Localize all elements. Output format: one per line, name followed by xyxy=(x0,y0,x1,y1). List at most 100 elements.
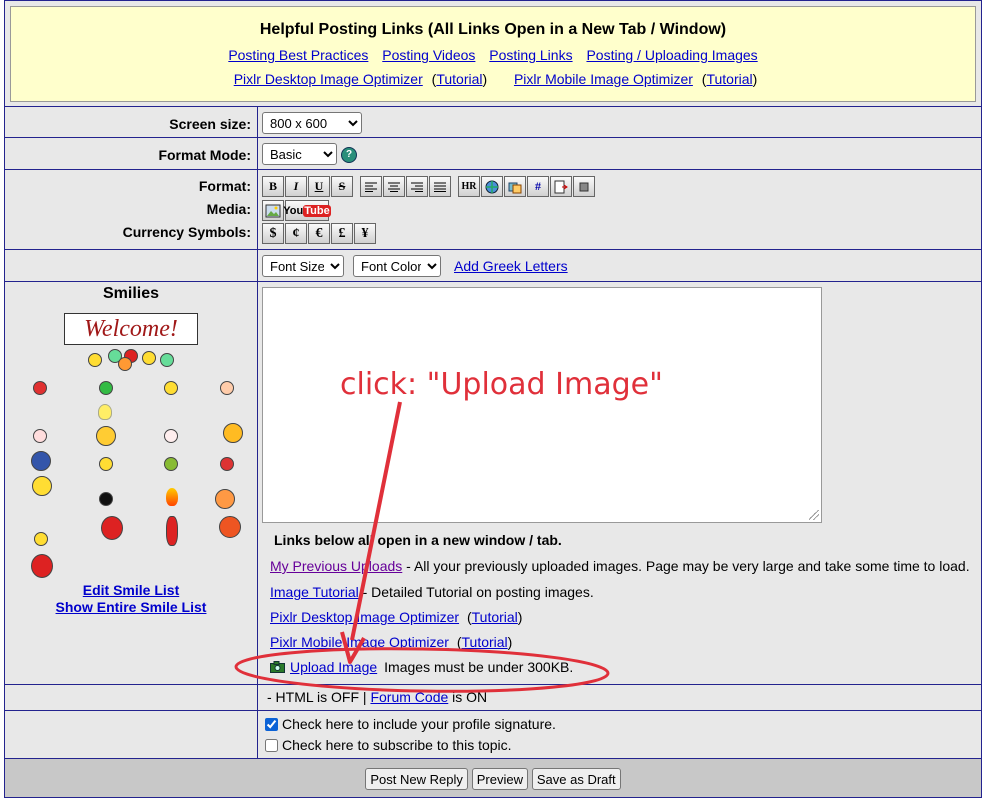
pixlr-mobile-link[interactable]: Pixlr Mobile Image Optimizer xyxy=(270,634,449,650)
smilies-title: Smilies xyxy=(102,285,160,302)
pixlr-desktop-link[interactable]: Pixlr Desktop Image Optimizer xyxy=(270,609,459,625)
add-greek-letters-link[interactable]: Add Greek Letters xyxy=(454,258,568,274)
lightbulb-icon[interactable] xyxy=(98,404,112,420)
smiley-icon[interactable] xyxy=(118,357,132,371)
square-button[interactable] xyxy=(573,176,595,197)
help-icon[interactable]: ? xyxy=(341,147,357,163)
font-size-select[interactable]: Font Size xyxy=(262,255,344,277)
smiley-icon[interactable] xyxy=(88,353,102,367)
preview-button[interactable]: Preview xyxy=(471,768,528,790)
edit-smile-list-link[interactable]: Edit Smile List xyxy=(5,582,257,598)
tomato-dance-icon[interactable] xyxy=(219,516,241,538)
smiley-bomb-icon[interactable] xyxy=(31,451,51,471)
justify-button[interactable] xyxy=(429,176,451,197)
code-button[interactable]: # xyxy=(527,176,549,197)
pixlr-desktop-row: Pixlr Desktop Image Optimizer (Tutorial) xyxy=(270,609,523,625)
welcome-sign-image[interactable]: Welcome! xyxy=(64,313,198,345)
link-pixlr-desktop[interactable]: Pixlr Desktop Image Optimizer xyxy=(234,71,423,87)
subscribe-option[interactable]: Check here to subscribe to this topic. xyxy=(265,737,512,753)
action-bar: Post New Reply Preview Save as Draft xyxy=(5,759,981,797)
smiley-thumbsup-icon[interactable] xyxy=(223,423,243,443)
smiley-hi-icon[interactable] xyxy=(32,476,52,496)
link-pixlr-mobile[interactable]: Pixlr Mobile Image Optimizer xyxy=(514,71,693,87)
smiley-zombie-icon[interactable] xyxy=(164,457,178,471)
smiley-sick-icon[interactable] xyxy=(99,381,113,395)
subscribe-checkbox[interactable] xyxy=(265,738,278,752)
strike-button[interactable]: S xyxy=(331,176,353,197)
hr-button[interactable]: HR xyxy=(458,176,480,197)
smiley-clown-icon[interactable] xyxy=(164,429,178,443)
image-tutorial-link[interactable]: Image Tutorial xyxy=(270,584,359,600)
annotation-text: click: "Upload Image" xyxy=(340,367,663,402)
smiley-wave-icon[interactable] xyxy=(34,532,48,546)
apple-icon[interactable] xyxy=(31,554,53,578)
youtube-button[interactable]: You Tube xyxy=(283,200,331,221)
font-color-select[interactable]: Font Color xyxy=(353,255,441,277)
upload-image-link[interactable]: Upload Image xyxy=(290,659,377,675)
underline-button[interactable]: U xyxy=(308,176,330,197)
italic-button[interactable]: I xyxy=(285,176,307,197)
upload-size-note: Images must be under 300KB. xyxy=(384,659,574,675)
currency-toolbar: $ ¢ € £ ¥ xyxy=(262,223,377,245)
format-mode-select[interactable]: Basic xyxy=(262,143,337,165)
align-right-button[interactable] xyxy=(406,176,428,197)
signature-option[interactable]: Check here to include your profile signa… xyxy=(265,716,556,732)
align-center-icon xyxy=(388,182,400,192)
pixlr-desktop-tutorial-link[interactable]: Tutorial xyxy=(472,609,518,625)
format-mode-label: Format Mode: xyxy=(158,147,251,163)
screen-size-label: Screen size: xyxy=(169,116,251,132)
smiley-angry-icon[interactable] xyxy=(33,381,47,395)
smiley-icon[interactable] xyxy=(160,353,174,367)
smiley-surprised-icon[interactable] xyxy=(33,429,47,443)
eight-ball-icon[interactable] xyxy=(99,492,113,506)
insert-link-button[interactable] xyxy=(504,176,526,197)
screen-size-select[interactable]: 800 x 600 xyxy=(262,112,362,134)
quote-icon xyxy=(554,180,568,193)
link-pixlr-desktop-tutorial[interactable]: Tutorial xyxy=(436,71,482,87)
show-entire-smile-list-link[interactable]: Show Entire Smile List xyxy=(5,599,257,615)
helpful-links-title: Helpful Posting Links (All Links Open in… xyxy=(259,21,727,38)
align-left-icon xyxy=(365,182,377,192)
smiley-blush-icon[interactable] xyxy=(220,381,234,395)
prev-uploads-row: My Previous Uploads - All your previousl… xyxy=(270,558,970,574)
link-icon xyxy=(508,182,522,193)
link-posting-uploading-images[interactable]: Posting / Uploading Images xyxy=(586,47,757,63)
youtube-icon: You Tube xyxy=(283,204,331,217)
insert-image-button[interactable] xyxy=(262,200,284,221)
message-textarea[interactable] xyxy=(262,287,822,523)
pound-button[interactable]: £ xyxy=(331,223,353,244)
cent-button[interactable]: ¢ xyxy=(285,223,307,244)
camera-icon[interactable] xyxy=(270,661,286,673)
euro-button[interactable]: € xyxy=(308,223,330,244)
align-left-button[interactable] xyxy=(360,176,382,197)
pixlr-mobile-tutorial-link[interactable]: Tutorial xyxy=(462,634,508,650)
smiley-pong-icon[interactable] xyxy=(215,489,235,509)
pepper-icon[interactable] xyxy=(166,516,178,546)
bold-button[interactable]: B xyxy=(262,176,284,197)
fire-icon[interactable] xyxy=(166,488,178,506)
smiley-mad-icon[interactable] xyxy=(220,457,234,471)
link-posting-links[interactable]: Posting Links xyxy=(489,47,572,63)
justify-icon xyxy=(434,182,446,192)
post-new-reply-button[interactable]: Post New Reply xyxy=(365,768,468,790)
align-center-button[interactable] xyxy=(383,176,405,197)
insert-url-button[interactable] xyxy=(481,176,503,197)
dollar-button[interactable]: $ xyxy=(262,223,284,244)
smiley-grin-icon[interactable] xyxy=(164,381,178,395)
tomato-icon[interactable] xyxy=(101,516,123,540)
signature-checkbox[interactable] xyxy=(265,717,278,731)
link-posting-videos[interactable]: Posting Videos xyxy=(382,47,475,63)
smiley-laugh-icon[interactable] xyxy=(96,426,116,446)
link-posting-best-practices[interactable]: Posting Best Practices xyxy=(228,47,368,63)
helpful-links-row1: Posting Best Practices Posting Videos Po… xyxy=(11,47,975,63)
my-previous-uploads-link[interactable]: My Previous Uploads xyxy=(270,558,402,574)
resize-grip-icon[interactable] xyxy=(809,510,819,520)
quote-button[interactable] xyxy=(550,176,572,197)
links-heading: Links below all open in a new window / t… xyxy=(274,532,562,548)
yen-button[interactable]: ¥ xyxy=(354,223,376,244)
save-as-draft-button[interactable]: Save as Draft xyxy=(531,768,621,790)
smiley-icon[interactable] xyxy=(142,351,156,365)
link-pixlr-mobile-tutorial[interactable]: Tutorial xyxy=(706,71,752,87)
forum-code-link[interactable]: Forum Code xyxy=(370,689,448,705)
smiley-cool-icon[interactable] xyxy=(99,457,113,471)
